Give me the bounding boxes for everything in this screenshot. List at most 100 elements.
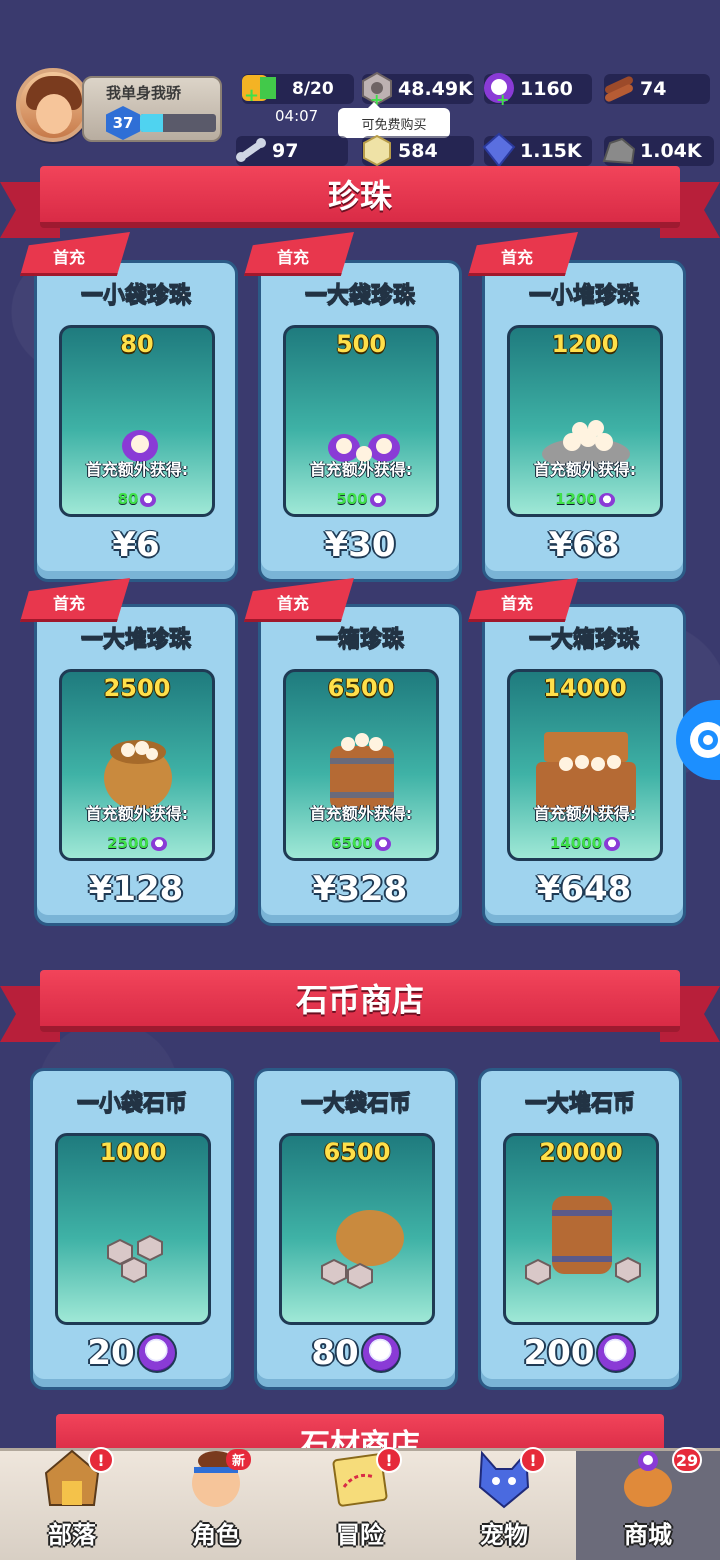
- product-window: 6500: [279, 1133, 435, 1325]
- product-window: 14000 首充额外获得: 14000: [507, 669, 663, 861]
- product-quantity: 6500: [323, 1138, 391, 1166]
- product-price: 80: [257, 1333, 455, 1373]
- wood-value: 74: [640, 78, 667, 100]
- product-price: ¥128: [88, 869, 184, 909]
- product-window: 80 首充额外获得: 80: [59, 325, 215, 517]
- product-quantity: 1200: [551, 330, 619, 358]
- product-name: 一小袋珍珠: [80, 283, 191, 309]
- bottom-tab-bar: ! 部落 新 角色 ! 冒险 ! 宠物 29 商城: [0, 1447, 720, 1560]
- bonus-label: 首充额外获得:: [533, 804, 637, 823]
- section-title-pearl: 珍珠: [40, 166, 680, 228]
- crystal-value: 1.15K: [520, 140, 582, 162]
- product-card-pearl-5[interactable]: 一箱珍珠 6500 首充额外获得: 6500 ¥328: [258, 604, 462, 926]
- pearl-icon: [136, 1333, 177, 1373]
- bonus-value: 2500: [62, 834, 212, 852]
- stone-resource[interactable]: 1.04K: [602, 136, 714, 166]
- tab-pet[interactable]: ! 宠物: [432, 1447, 576, 1560]
- section-title-stone-coin: 石币商店: [40, 970, 680, 1032]
- wood-resource[interactable]: 74: [604, 74, 710, 104]
- tab-badge: !: [376, 1447, 402, 1473]
- bonus-label: 首充额外获得:: [85, 804, 189, 823]
- tab-shop[interactable]: 29 商城: [576, 1447, 720, 1560]
- bonus-value: 500: [286, 490, 436, 508]
- tab-badge-new: 新: [226, 1449, 252, 1470]
- product-name: 一大袋珍珠: [304, 283, 415, 309]
- product-window: 20000: [503, 1133, 659, 1325]
- product-name: 一大箱珍珠: [528, 627, 639, 653]
- crystal-resource[interactable]: 1.15K: [482, 132, 592, 168]
- energy-resource[interactable]: + 8/20: [242, 74, 354, 106]
- product-price: ¥328: [312, 869, 408, 909]
- product-card-coin-2[interactable]: 一大袋石币 6500 80: [254, 1068, 458, 1390]
- tab-adventure[interactable]: ! 冒险: [288, 1447, 432, 1560]
- product-name: 一大袋石币: [300, 1091, 411, 1117]
- bone-value: 97: [272, 140, 299, 162]
- bonus-value: 1200: [510, 490, 660, 508]
- avatar[interactable]: [16, 68, 90, 142]
- pearl-icon: [598, 492, 615, 507]
- product-name: 一大堆石币: [524, 1091, 635, 1117]
- product-window: 2500 首充额外获得: 2500: [59, 669, 215, 861]
- pearl-resource[interactable]: + 1160: [484, 73, 592, 107]
- stone-icon: [600, 131, 638, 169]
- level-badge: 37: [106, 106, 140, 140]
- shell-resource[interactable]: 584: [362, 134, 474, 167]
- bonus-label: 首充额外获得:: [85, 460, 189, 479]
- tab-label: 角色: [192, 1521, 240, 1549]
- crystal-icon: [480, 131, 518, 169]
- product-card-pearl-6[interactable]: 一大箱珍珠 14000 首充额外获得: 14000 ¥648: [482, 604, 686, 926]
- svg-text:+: +: [244, 85, 259, 106]
- product-price: 200: [481, 1333, 679, 1373]
- tab-character[interactable]: 新 角色: [144, 1449, 288, 1560]
- product-price: 20: [33, 1333, 231, 1373]
- product-card-coin-1[interactable]: 一小袋石币 1000 20: [30, 1068, 234, 1390]
- product-quantity: 80: [120, 330, 154, 358]
- pearl-icon: [604, 836, 621, 851]
- tab-badge: !: [520, 1447, 546, 1473]
- bone-resource[interactable]: 97: [236, 136, 348, 166]
- player-card[interactable]: 我单身我骄 37: [82, 76, 222, 142]
- product-name: 一箱珍珠: [315, 627, 404, 653]
- bonus-value: 6500: [286, 834, 436, 852]
- bonus-value: 80: [62, 490, 212, 508]
- svg-text:+: +: [496, 90, 509, 107]
- product-name: 一小袋石币: [76, 1091, 187, 1117]
- pearl-icon: [596, 1333, 637, 1373]
- product-name: 一大堆珍珠: [80, 627, 191, 653]
- product-name: 一小堆珍珠: [528, 283, 639, 309]
- product-card-pearl-2[interactable]: 一大袋珍珠 500 首充额外获得: 500 ¥30: [258, 260, 462, 582]
- pearl-icon: [150, 836, 167, 851]
- wood-icon: [600, 69, 638, 107]
- energy-value: 8/20: [292, 79, 334, 99]
- pearl-icon: [360, 1333, 401, 1373]
- player-name: 我单身我骄: [106, 84, 182, 102]
- tab-label: 部落: [48, 1521, 96, 1549]
- product-price: ¥648: [536, 869, 632, 909]
- stone-coin-small-icon: [58, 1186, 208, 1306]
- tab-tribe[interactable]: ! 部落: [0, 1447, 144, 1560]
- product-card-coin-3[interactable]: 一大堆石币 20000 200: [478, 1068, 682, 1390]
- product-quantity: 14000: [543, 674, 627, 702]
- stone-value: 1.04K: [640, 140, 702, 162]
- nut-coin-value: 48.49K: [398, 78, 473, 100]
- pearl-icon: [369, 492, 386, 507]
- energy-icon: +: [238, 69, 276, 107]
- bonus-label: 首充额外获得:: [309, 460, 413, 479]
- section-banner-stone-coin: 石币商店: [0, 970, 720, 1046]
- product-price: ¥6: [112, 525, 160, 565]
- bonus-label: 首充额外获得:: [309, 804, 413, 823]
- bone-icon: [232, 131, 270, 169]
- pearl-value: 1160: [520, 78, 573, 100]
- nut-coin-resource[interactable]: + 48.49K: [362, 71, 474, 107]
- product-card-pearl-4[interactable]: 一大堆珍珠 2500 首充额外获得: 2500 ¥128: [34, 604, 238, 926]
- product-window: 1200 首充额外获得: 1200: [507, 325, 663, 517]
- bonus-label: 首充额外获得:: [533, 460, 637, 479]
- pearl-icon: [374, 836, 391, 851]
- product-window: 500 首充额外获得: 500: [283, 325, 439, 517]
- product-quantity: 500: [335, 330, 387, 358]
- shell-icon: [358, 131, 396, 169]
- product-quantity: 6500: [327, 674, 395, 702]
- product-card-pearl-3[interactable]: 一小堆珍珠 1200 首充额外获得: 1200 ¥68: [482, 260, 686, 582]
- product-card-pearl-1[interactable]: 一小袋珍珠 80 首充额外获得: 80 ¥6: [34, 260, 238, 582]
- gamepad-icon: [690, 722, 720, 758]
